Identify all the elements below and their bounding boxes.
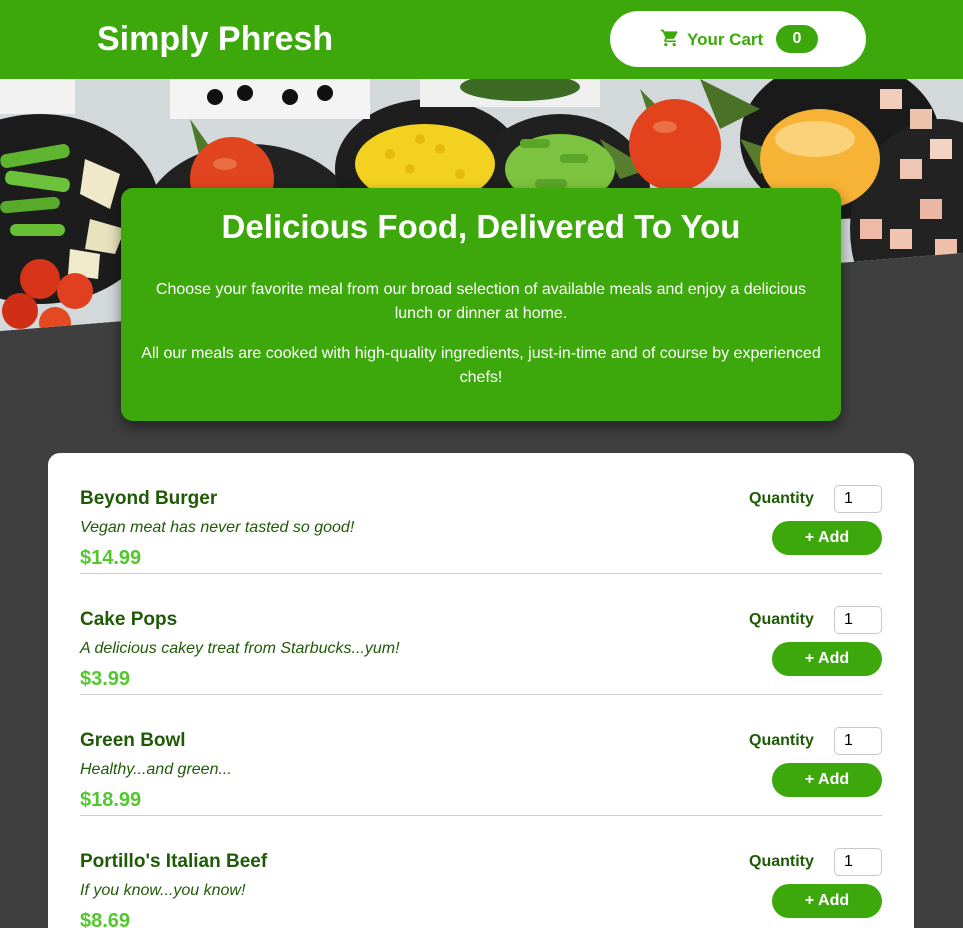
meal-name: Beyond Burger: [80, 488, 218, 509]
cart-label: Your Cart: [687, 30, 764, 49]
meal-price: $3.99: [80, 668, 131, 690]
add-to-cart-button[interactable]: + Add: [772, 763, 882, 797]
add-to-cart-button[interactable]: + Add: [772, 642, 882, 676]
quantity-input[interactable]: [834, 606, 882, 634]
cart-button[interactable]: Your Cart 0: [610, 11, 866, 67]
quantity-label: Quantity: [749, 732, 814, 749]
meal-description: Healthy...and green...: [80, 761, 232, 778]
meal-item: Beyond Burger Vegan meat has never taste…: [80, 453, 882, 574]
quantity-label: Quantity: [749, 490, 814, 507]
meal-item: Cake Pops A delicious cakey treat from S…: [80, 574, 882, 695]
brand-title: Simply Phresh: [97, 20, 334, 58]
meal-item: Green Bowl Healthy...and green... $18.99…: [80, 695, 882, 816]
header-bar: Simply Phresh Your Cart 0: [0, 0, 963, 79]
meal-price: $8.69: [80, 910, 131, 928]
quantity-input[interactable]: [834, 727, 882, 755]
meal-price: $14.99: [80, 547, 142, 569]
meal-item: Portillo's Italian Beef If you know...yo…: [80, 816, 882, 928]
quantity-label: Quantity: [749, 611, 814, 628]
add-to-cart-button[interactable]: + Add: [772, 521, 882, 555]
hero-description: Choose your favorite meal from our broad…: [155, 281, 807, 322]
meal-description: A delicious cakey treat from Starbucks..…: [80, 640, 400, 657]
add-to-cart-button[interactable]: + Add: [772, 884, 882, 918]
cart-count-badge: 0: [776, 25, 818, 53]
meal-name: Cake Pops: [80, 609, 178, 630]
quantity-input[interactable]: [834, 485, 882, 513]
meal-description: If you know...you know!: [80, 882, 246, 899]
quantity-input[interactable]: [834, 848, 882, 876]
meal-name: Green Bowl: [80, 730, 186, 751]
meal-name: Portillo's Italian Beef: [80, 851, 268, 872]
meals-list: Beyond Burger Vegan meat has never taste…: [48, 453, 914, 928]
meal-price: $18.99: [80, 789, 142, 811]
shopping-cart-icon: [660, 29, 678, 47]
hero-title: Delicious Food, Delivered To You: [221, 208, 741, 245]
meal-description: Vegan meat has never tasted so good!: [80, 519, 355, 536]
hero-summary-card: Delicious Food, Delivered To You Choose …: [121, 188, 841, 421]
hero-quality-note: All our meals are cooked with high-quali…: [141, 345, 821, 386]
quantity-label: Quantity: [749, 853, 814, 870]
